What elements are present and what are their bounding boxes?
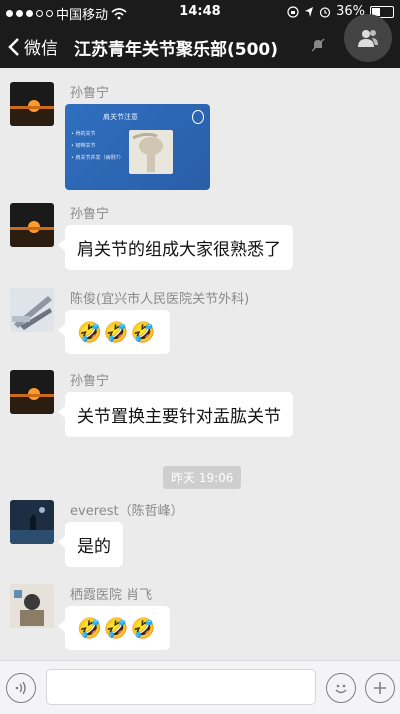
- emoji-button[interactable]: [326, 673, 356, 703]
- mute-bell-icon: [311, 38, 325, 52]
- sender-name: 孙鲁宁: [70, 86, 110, 101]
- slide-title: 肩关节注意: [103, 113, 138, 121]
- alarm-icon: [319, 6, 331, 18]
- avatar[interactable]: [10, 584, 54, 628]
- sender-name: 陈俊(宜兴市人民医院关节外科): [70, 292, 250, 307]
- avatar[interactable]: [10, 370, 54, 414]
- sender-name: 孙鲁宁: [70, 207, 110, 222]
- message-bubble[interactable]: 关节置换主要针对盂肱关节: [58, 392, 293, 437]
- voice-button[interactable]: [6, 673, 36, 703]
- back-button[interactable]: 微信: [8, 34, 58, 59]
- message-bubble[interactable]: 是的: [58, 522, 123, 567]
- plus-icon: [374, 682, 386, 694]
- chat-title: 江苏青年关节聚乐部(500): [74, 40, 279, 60]
- status-bar: 中国移动 14:48 36%: [0, 0, 400, 24]
- slide-bullet: • 韧带关节: [71, 143, 96, 149]
- message-bubble[interactable]: 肩关节的组成大家很熟悉了: [58, 225, 293, 270]
- emoji-bubble[interactable]: 🤣🤣🤣: [58, 310, 170, 354]
- chevron-left-icon: [8, 37, 19, 56]
- emoji-bubble[interactable]: 🤣🤣🤣: [58, 606, 170, 650]
- message-input[interactable]: [46, 669, 316, 705]
- sender-name: everest（陈哲峰）: [70, 504, 184, 519]
- avatar[interactable]: [10, 203, 54, 247]
- time-divider: 昨天 19:06: [163, 466, 242, 489]
- back-label: 微信: [24, 39, 58, 59]
- lock-rotation-icon: [287, 5, 299, 18]
- slide-image[interactable]: 肩关节注意 • 骨的关节 • 韧带关节 • 肩关节并发（病例7）: [65, 104, 210, 190]
- group-members-button[interactable]: [344, 14, 392, 62]
- hospital-logo: [192, 110, 204, 124]
- chat-area[interactable]: 孙鲁宁 肩关节注意 • 骨的关节 • 韧带关节 • 肩关节并发（病例7） 孙鲁宁…: [0, 68, 400, 660]
- avatar[interactable]: [10, 288, 54, 332]
- sender-name: 栖霞医院 肖飞: [70, 588, 153, 603]
- input-bar: [0, 660, 400, 714]
- group-members-icon: [358, 30, 378, 47]
- more-button[interactable]: [365, 673, 395, 703]
- avatar[interactable]: [10, 82, 54, 126]
- slide-bullet: • 骨的关节: [71, 131, 96, 137]
- sender-name: 孙鲁宁: [70, 374, 110, 389]
- emoji-face-icon: [335, 684, 347, 694]
- voice-icon: [15, 681, 26, 695]
- avatar[interactable]: [10, 500, 54, 544]
- slide-bullet: • 肩关节并发（病例7）: [71, 155, 124, 161]
- location-icon: [305, 6, 314, 17]
- shoulder-bone-picture: [129, 130, 173, 174]
- nav-bar: 微信 江苏青年关节聚乐部(500): [0, 14, 400, 68]
